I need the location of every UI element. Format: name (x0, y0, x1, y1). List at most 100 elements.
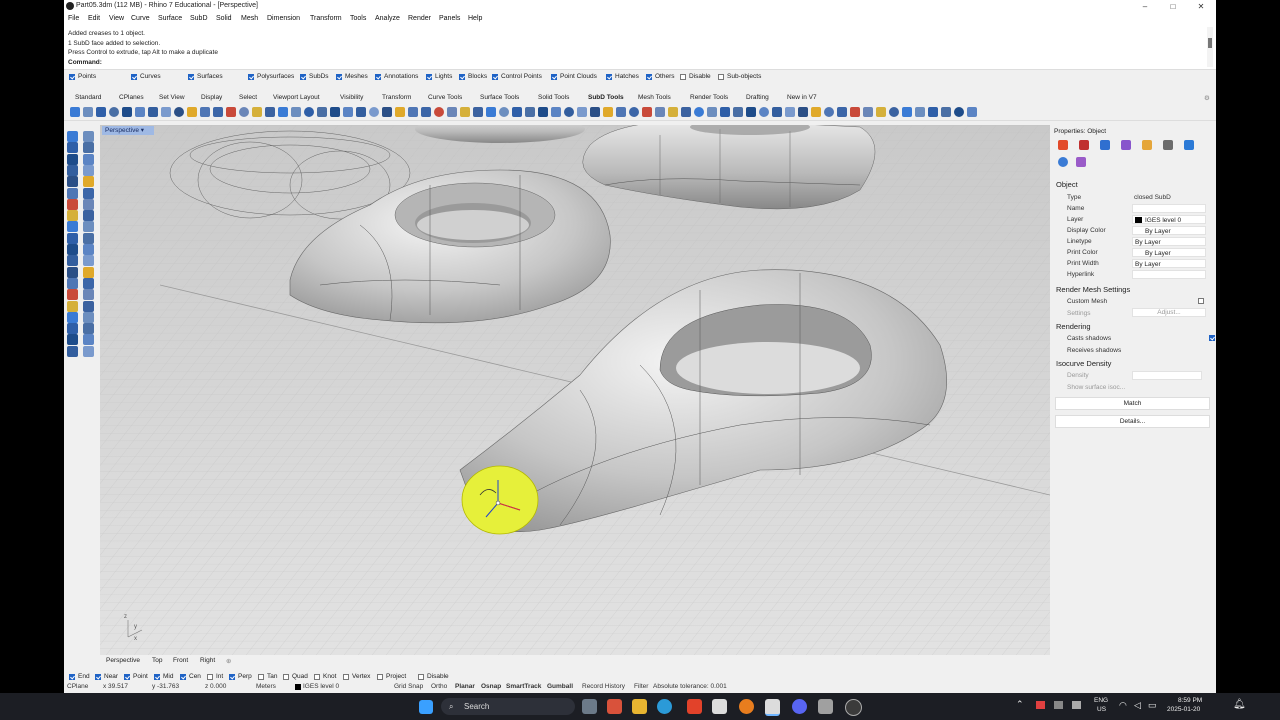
tab-cplanes[interactable]: CPlanes (119, 94, 144, 101)
left-toolbar-tool-icon[interactable] (83, 176, 94, 188)
properties-page-icon[interactable] (1184, 140, 1194, 150)
toolbar-tool-icon[interactable] (408, 107, 418, 117)
density-input[interactable] (1132, 371, 1202, 380)
chevron-up-icon[interactable]: ⌃ (1016, 699, 1024, 710)
left-toolbar-tool-icon[interactable] (83, 142, 94, 154)
toolbar-tool-icon[interactable] (265, 107, 275, 117)
status-layer[interactable]: IGES level 0 (303, 683, 339, 690)
left-toolbar-tool-icon[interactable] (83, 221, 94, 233)
left-toolbar-tool-icon[interactable] (83, 210, 94, 222)
tab-select[interactable]: Select (239, 94, 257, 101)
status-gumball[interactable]: Gumball (547, 683, 573, 690)
left-toolbar-tool-icon[interactable] (67, 187, 78, 199)
properties-page-icon[interactable] (1121, 140, 1131, 150)
windows-start-icon[interactable] (419, 700, 433, 714)
prop-linetype-dropdown[interactable]: By Layer (1132, 237, 1206, 246)
menu-subd[interactable]: SubD (190, 15, 208, 22)
toolbar-tool-icon[interactable] (447, 107, 457, 117)
toolbar-tool-icon[interactable] (291, 107, 301, 117)
clock-time[interactable]: 8:59 PM (1178, 697, 1202, 704)
toolbar-tool-icon[interactable] (863, 107, 873, 117)
toolbar-tool-icon[interactable] (330, 107, 340, 117)
left-toolbar-tool-icon[interactable] (67, 300, 78, 312)
filter-disable[interactable]: Disable (680, 73, 711, 80)
checkbox-icon[interactable] (180, 673, 186, 680)
osnap-mid[interactable]: Mid (154, 673, 173, 680)
filter-points[interactable]: Points (69, 73, 96, 80)
toolbar-tool-icon[interactable] (421, 107, 431, 117)
scrollbar-thumb[interactable] (1208, 38, 1212, 48)
left-toolbar-tool-icon[interactable] (83, 277, 94, 289)
left-toolbar-tool-icon[interactable] (67, 232, 78, 244)
checkbox-icon[interactable] (154, 673, 160, 680)
toolbar-tool-icon[interactable] (187, 107, 197, 117)
toolbar-tool-icon[interactable] (889, 107, 899, 117)
prop-print-color-dropdown[interactable]: By Layer (1132, 248, 1206, 257)
toolbar-tool-icon[interactable] (603, 107, 613, 117)
status-osnap[interactable]: Osnap (481, 683, 501, 690)
toolbar-tool-icon[interactable] (642, 107, 652, 117)
left-toolbar-tool-icon[interactable] (67, 323, 78, 335)
left-toolbar-tool-icon[interactable] (67, 221, 78, 233)
left-toolbar-tool-icon[interactable] (83, 131, 94, 142)
tab-drafting[interactable]: Drafting (746, 94, 769, 101)
left-toolbar-tool-icon[interactable] (83, 244, 94, 255)
toolbar-tool-icon[interactable] (590, 107, 600, 117)
left-toolbar-tool-icon[interactable] (67, 255, 78, 267)
battery-icon[interactable]: ▭ (1148, 700, 1157, 711)
osnap-end[interactable]: End (69, 673, 90, 680)
checkbox-icon[interactable] (426, 73, 432, 80)
selected-subd-face[interactable] (461, 465, 539, 535)
keyboard-layout-indicator[interactable]: US (1097, 706, 1106, 713)
osnap-disable[interactable]: Disable (418, 673, 449, 680)
speaker-icon[interactable]: ◁ (1134, 700, 1141, 711)
menu-view[interactable]: View (109, 15, 124, 22)
osnap-vertex[interactable]: Vertex (343, 673, 370, 680)
checkbox-icon[interactable] (314, 673, 320, 680)
left-toolbar-tool-icon[interactable] (67, 176, 78, 188)
app-icon[interactable] (818, 699, 833, 714)
toolbar-tool-icon[interactable] (499, 107, 509, 117)
toolbar-tool-icon[interactable] (486, 107, 496, 117)
toolbar-tool-icon[interactable] (616, 107, 626, 117)
toolbar-tool-icon[interactable] (850, 107, 860, 117)
checkbox-icon[interactable] (207, 673, 213, 680)
toolbar-tool-icon[interactable] (252, 107, 262, 117)
left-toolbar-tool-icon[interactable] (67, 153, 78, 165)
menu-solid[interactable]: Solid (216, 15, 232, 22)
filter-meshes[interactable]: Meshes (336, 73, 368, 80)
toolbar-tool-icon[interactable] (694, 107, 704, 117)
toolbar-tool-icon[interactable] (369, 107, 379, 117)
status-ortho[interactable]: Ortho (431, 683, 447, 690)
toolbar-tool-icon[interactable] (902, 107, 912, 117)
properties-page-icon[interactable] (1079, 140, 1089, 150)
left-toolbar-tool-icon[interactable] (83, 289, 94, 301)
properties-page-icon[interactable] (1100, 140, 1110, 150)
tray-app-icon[interactable] (1036, 701, 1045, 709)
left-toolbar-tool-icon[interactable] (67, 345, 78, 357)
menu-render[interactable]: Render (408, 15, 431, 22)
properties-page-icon[interactable] (1163, 140, 1173, 150)
filter-polysurfaces[interactable]: Polysurfaces (248, 73, 294, 80)
left-toolbar-tool-icon[interactable] (83, 198, 94, 210)
left-toolbar-tool-icon[interactable] (67, 277, 78, 289)
toolbar-tool-icon[interactable] (317, 107, 327, 117)
left-toolbar-tool-icon[interactable] (83, 334, 94, 346)
menu-analyze[interactable]: Analyze (375, 15, 400, 22)
toolbar-tool-icon[interactable] (564, 107, 574, 117)
blender-icon[interactable] (739, 699, 754, 714)
left-toolbar-tool-icon[interactable] (67, 198, 78, 210)
toolbar-tool-icon[interactable] (733, 107, 743, 117)
osnap-perp[interactable]: Perp (229, 673, 252, 680)
toolbar-tool-icon[interactable] (941, 107, 951, 117)
viewport-scene[interactable]: z y x (100, 125, 1050, 655)
toolbar-tool-icon[interactable] (668, 107, 678, 117)
toolbar-tool-icon[interactable] (876, 107, 886, 117)
tab-curve-tools[interactable]: Curve Tools (428, 94, 462, 101)
tab-transform[interactable]: Transform (382, 94, 411, 101)
app-icon[interactable] (607, 699, 622, 714)
properties-page-icon[interactable] (1058, 157, 1068, 167)
checkbox-icon[interactable] (646, 73, 652, 80)
menu-transform[interactable]: Transform (310, 15, 342, 22)
filter-hatches[interactable]: Hatches (606, 73, 639, 80)
